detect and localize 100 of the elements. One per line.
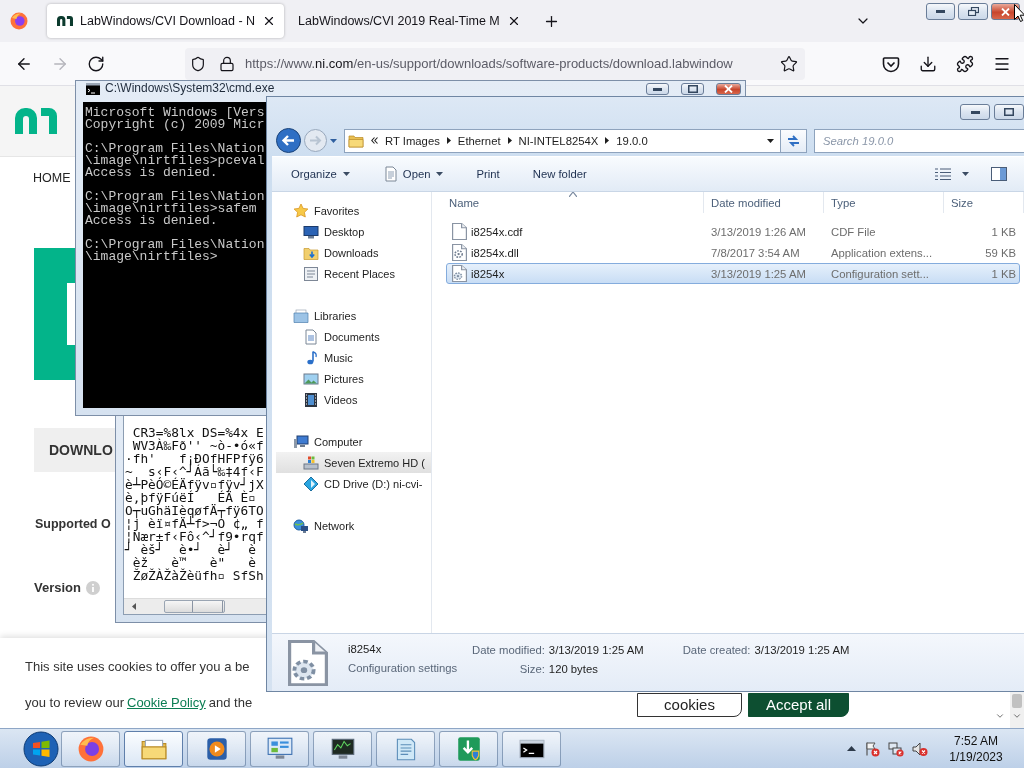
picture-icon <box>303 370 319 387</box>
lock-icon[interactable] <box>219 55 235 72</box>
caret-left-icon[interactable] <box>132 603 136 610</box>
nav-item[interactable]: Desktop <box>276 221 431 242</box>
settings-file-icon <box>288 640 328 686</box>
file-type: CDF File <box>830 225 876 238</box>
browser-tab[interactable]: LabWindows/CVI 2019 Real-Time M <box>288 4 529 38</box>
details-file-name: i8254x <box>348 642 382 657</box>
taskbar-button[interactable] <box>502 730 561 767</box>
computer-icon <box>293 433 309 450</box>
text-line: èž è™ è" è <box>131 556 256 569</box>
file-name: i8254x <box>471 267 505 280</box>
start-orb-icon[interactable] <box>23 730 59 767</box>
column-header[interactable]: Size <box>944 192 1024 213</box>
nav-item[interactable]: Seven Extremo HD ( <box>276 452 431 473</box>
console-line: \image\nirtfiles>pceval <box>85 155 265 167</box>
cookie-settings-button[interactable]: cookies <box>637 693 742 717</box>
nav-item[interactable]: Music <box>276 347 431 368</box>
scrollbar-thumb[interactable] <box>1012 694 1022 708</box>
reload-icon[interactable] <box>87 54 105 73</box>
breadcrumb[interactable]: RT Images <box>385 134 440 147</box>
refresh-button[interactable] <box>781 128 807 153</box>
pocket-icon[interactable] <box>882 54 900 73</box>
maximize-button[interactable] <box>994 104 1024 120</box>
nav-item[interactable]: Network <box>276 515 431 536</box>
library-folder-icon <box>293 307 309 324</box>
restore-button[interactable] <box>958 3 988 20</box>
caret-right-icon[interactable] <box>605 137 610 144</box>
horizontal-scrollbar[interactable] <box>124 598 266 614</box>
puzzle-icon[interactable] <box>956 54 974 73</box>
console-line: C:\Program Files\Nation <box>85 239 265 251</box>
nav-item[interactable]: CD Drive (D:) ni-cvi- <box>276 473 431 494</box>
nav-item[interactable]: Libraries <box>276 305 431 326</box>
file-size: 59 KB <box>985 246 1017 259</box>
nav-item[interactable]: Documents <box>276 326 431 347</box>
nav-item[interactable]: Recent Places <box>276 263 431 284</box>
close-icon <box>1001 7 1010 16</box>
maximize-button[interactable] <box>681 83 704 95</box>
vertical-scrollbar[interactable] <box>1010 692 1024 728</box>
restore-icon <box>967 7 979 16</box>
clock-time: 7:52 AM <box>954 732 998 749</box>
view-list-icon[interactable] <box>935 168 951 180</box>
file-size: 1 KB <box>991 225 1017 238</box>
column-header[interactable]: Name <box>442 192 704 213</box>
taskbar-button[interactable] <box>313 730 372 767</box>
toolbar-button[interactable]: Organize <box>285 162 356 186</box>
caret-down-icon <box>767 138 774 143</box>
cookie-policy-link[interactable]: Cookie Policy <box>127 695 206 710</box>
shield-icon[interactable] <box>190 55 206 72</box>
caret-down-icon[interactable] <box>962 172 969 176</box>
breadcrumb[interactable]: 19.0.0 <box>616 134 648 147</box>
caret-right-icon[interactable] <box>446 137 451 144</box>
breadcrumb[interactable]: NI-INTEL8254X <box>518 134 599 147</box>
nav-item[interactable]: Pictures <box>276 368 431 389</box>
minimize-icon <box>936 10 945 13</box>
file-name: i8254x.cdf <box>471 225 523 238</box>
download-icon[interactable] <box>919 54 937 73</box>
url-field[interactable]: https://www.ni.com/en-us/support/downloads/software-products/download.labwindow <box>185 47 805 80</box>
breadcrumb[interactable]: Ethernet <box>457 134 501 147</box>
network-icon[interactable] <box>888 740 904 757</box>
browser-tab[interactable]: LabWindows/CVI Download - N <box>47 4 285 38</box>
flag-icon[interactable] <box>864 740 880 757</box>
caret-right-icon[interactable] <box>507 137 512 144</box>
toolbar-button[interactable]: New folder <box>526 162 593 186</box>
minimize-button[interactable] <box>960 104 990 120</box>
text-line: O┬uGhäIèqøfÄ┬fÿ6TO <box>124 504 264 517</box>
caret-down-icon <box>330 138 337 143</box>
preview-pane-icon[interactable] <box>991 167 1007 181</box>
chevron-up-icon[interactable] <box>847 746 856 751</box>
toolbar-button[interactable]: Print <box>470 162 506 186</box>
double-chevron-left-icon[interactable] <box>371 137 378 144</box>
address-field[interactable]: RT Images Ethernet NI-INTEL8254X 19.0.0 <box>344 128 781 153</box>
file-row[interactable]: i8254x.cdf 3/13/2019 1:26 AM CDF File 1 KB <box>446 221 1020 242</box>
search-field[interactable]: Search 19.0.0 <box>814 128 1024 153</box>
nav-item[interactable]: Downloads <box>276 242 431 263</box>
minimize-button[interactable] <box>926 3 955 20</box>
speaker-muted-icon[interactable] <box>912 740 928 757</box>
file-row[interactable]: i8254x.dll 7/8/2017 3:54 AM Application extens... 59 KB <box>446 242 1020 263</box>
browser-logo-icon[interactable] <box>10 12 28 30</box>
home-link[interactable]: HOME <box>33 171 71 185</box>
accept-button[interactable]: Accept all <box>748 693 849 717</box>
star-icon[interactable] <box>780 54 798 73</box>
file-row[interactable]: i8254x 3/13/2019 1:25 AM Configuration sett... 1 KB <box>446 263 1020 284</box>
file-date: 7/8/2017 3:54 AM <box>710 246 800 259</box>
console-line: \image\nirtfiles>safem <box>85 203 257 215</box>
file-type: Configuration sett... <box>830 267 929 280</box>
download-tab[interactable]: DOWNLO <box>34 428 115 472</box>
minimize-button[interactable] <box>646 83 669 95</box>
column-header[interactable]: Type <box>824 192 944 213</box>
details-value: 3/13/2019 1:25 AM <box>548 643 644 656</box>
toolbar-button[interactable]: Open <box>376 162 450 186</box>
field-label: Supported O <box>35 516 111 532</box>
scrollbar-thumb[interactable] <box>164 600 225 613</box>
nav-item[interactable]: Favorites <box>276 200 431 221</box>
file-date: 3/13/2019 1:25 AM <box>710 267 806 280</box>
nav-item[interactable]: Computer <box>276 431 431 452</box>
nav-item[interactable]: Videos <box>276 389 431 410</box>
column-header[interactable]: Date modified <box>704 192 824 213</box>
file-type: Application extens... <box>830 246 933 259</box>
console-line: C:\Program Files\Nation <box>85 191 265 203</box>
